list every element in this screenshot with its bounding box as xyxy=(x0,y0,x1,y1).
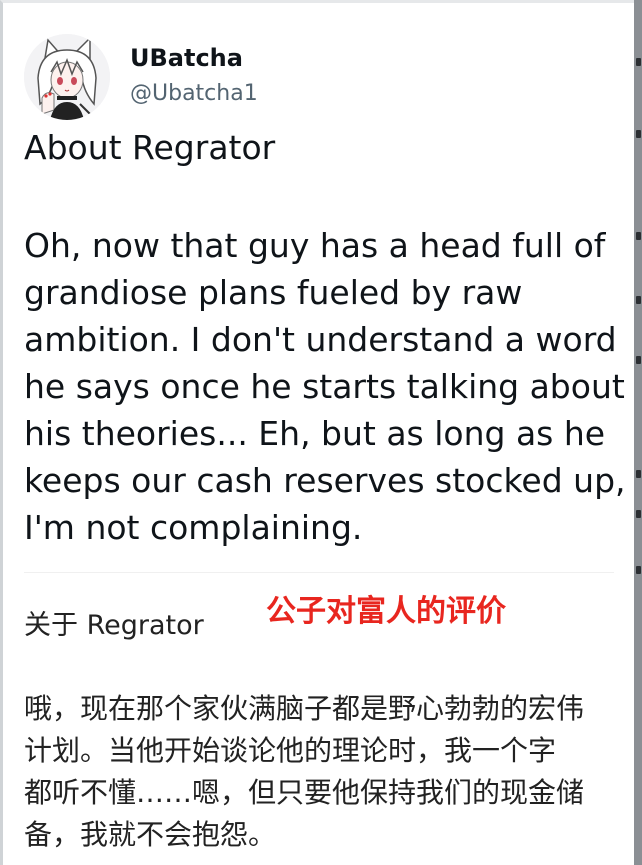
edge-mark xyxy=(636,232,641,240)
user-handle[interactable]: @Ubatcha1 xyxy=(130,78,258,110)
translation-body-line: 都听不懂……嗯，但只要他保持我们的现金储 xyxy=(24,776,585,809)
avatar[interactable] xyxy=(24,34,110,120)
tweet-body-line: his theories... Eh, but as long as he xyxy=(24,414,606,453)
tweet-header: UBatcha @Ubatcha1 xyxy=(24,34,614,124)
tweet-body-line: I'm not complaining. xyxy=(24,508,363,547)
window-edge xyxy=(634,0,642,865)
translation-title: 关于 Regrator xyxy=(24,610,204,641)
tweet-body-line: keeps our cash reserves stocked up, xyxy=(24,461,626,500)
edge-mark xyxy=(636,58,641,66)
tweet-body: Oh, now that guy has a head full of gran… xyxy=(24,222,626,551)
anime-avatar-icon xyxy=(24,34,110,120)
tweet-body-line: he says once he starts talking about xyxy=(24,367,625,406)
divider xyxy=(24,572,614,573)
tweet-body-line: grandiose plans fueled by raw xyxy=(24,273,523,312)
edge-mark xyxy=(636,470,641,478)
edge-mark xyxy=(636,510,641,518)
display-name[interactable]: UBatcha xyxy=(130,42,258,74)
translation-body-line: 计划。当他开始谈论他的理论时，我一个字 xyxy=(24,734,557,767)
translation-body-line: 备，我就不会抱怨。 xyxy=(24,818,277,851)
edge-mark xyxy=(636,296,641,304)
edge-mark xyxy=(636,130,641,138)
edge-mark xyxy=(636,356,641,364)
red-annotation: 公子对富人的评价 xyxy=(266,594,506,629)
tweet-body-line: ambition. I don't understand a word xyxy=(24,320,617,359)
translation-body-line: 哦，现在那个家伙满脑子都是野心勃勃的宏伟 xyxy=(24,692,585,725)
translation-body: 哦，现在那个家伙满脑子都是野心勃勃的宏伟 计划。当他开始谈论他的理论时，我一个字… xyxy=(24,688,634,856)
tweet-body-line: Oh, now that guy has a head full of xyxy=(24,226,606,265)
user-names: UBatcha @Ubatcha1 xyxy=(130,42,258,110)
edge-mark xyxy=(636,566,641,574)
tweet-title: About Regrator xyxy=(24,128,276,167)
